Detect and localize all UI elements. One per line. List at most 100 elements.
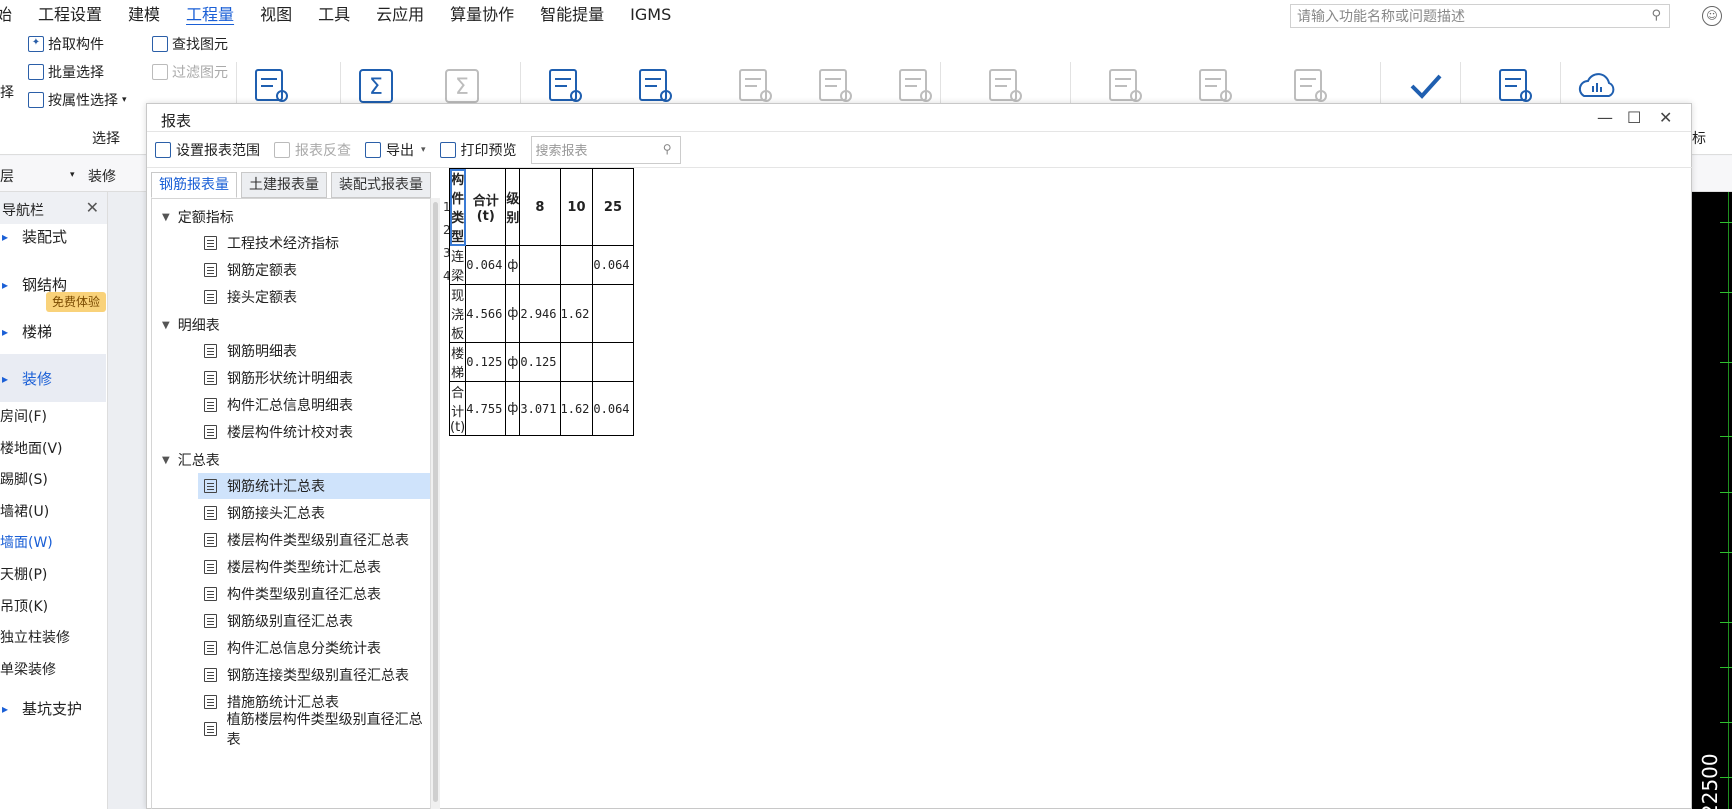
ribbon-button-icon-8[interactable]: [980, 64, 1032, 108]
report-item[interactable]: 构件类型级别直径汇总表: [198, 581, 430, 607]
chevron-down-icon[interactable]: ▼: [162, 320, 170, 331]
nav-item-2[interactable]: ▸ 楼梯: [0, 307, 106, 355]
nav-sub-item-0[interactable]: 房间(F): [0, 406, 47, 426]
search-icon[interactable]: ⚲: [1651, 8, 1661, 23]
table-cell[interactable]: 0.064: [465, 245, 507, 285]
close-icon[interactable]: ✕: [1659, 108, 1672, 127]
chevron-down-icon[interactable]: ▼: [162, 212, 170, 223]
column-header[interactable]: 10: [559, 168, 594, 246]
table-cell[interactable]: 3.071: [519, 381, 561, 436]
column-header[interactable]: 25: [592, 168, 634, 246]
menu-item-4[interactable]: 视图: [247, 0, 305, 30]
nav-item-0[interactable]: ▸ 装配式: [0, 212, 106, 260]
table-cell[interactable]: 0.125: [519, 342, 561, 382]
report-item[interactable]: 钢筋形状统计明细表: [198, 365, 430, 391]
nav-sub-item-6[interactable]: 吊顶(K): [0, 596, 48, 616]
cad-canvas[interactable]: 22500: [1692, 192, 1732, 809]
menu-item-0[interactable]: 始: [0, 0, 25, 30]
filter-element-button[interactable]: 过滤图元: [152, 62, 228, 82]
ribbon-button-icon-10[interactable]: [1190, 64, 1242, 108]
column-header[interactable]: 构件类型: [448, 168, 467, 246]
decor-label[interactable]: 装修: [88, 166, 116, 186]
report-item[interactable]: 钢筋统计汇总表: [198, 473, 430, 499]
menu-item-1[interactable]: 工程设置: [25, 0, 115, 30]
ribbon-button-icon-13[interactable]: [1490, 64, 1542, 108]
table-cell[interactable]: [559, 245, 594, 285]
ribbon-button-icon-5[interactable]: [730, 64, 782, 108]
tree-scrollbar[interactable]: [430, 198, 440, 809]
table-cell[interactable]: 0.064: [592, 245, 634, 285]
nav-sub-item-4[interactable]: 墙面(W): [0, 532, 53, 552]
report-item[interactable]: 接头定额表: [198, 284, 430, 310]
table-row[interactable]: 合计(t) 4.755 ф 3.071 1.62 0.064: [448, 381, 634, 436]
report-item[interactable]: 工程技术经济指标: [198, 230, 430, 256]
ribbon-button-icon-4[interactable]: [630, 64, 682, 108]
table-cell[interactable]: ф: [505, 245, 521, 285]
column-header[interactable]: 级别: [505, 168, 521, 246]
table-cell[interactable]: [592, 284, 634, 343]
table-cell[interactable]: ф: [505, 381, 521, 436]
ribbon-button-icon-12[interactable]: [1400, 64, 1452, 108]
table-cell[interactable]: 连梁: [448, 245, 467, 285]
table-cell[interactable]: 4.755: [465, 381, 507, 436]
table-row[interactable]: 连梁 0.064 ф 0.064: [448, 245, 634, 285]
ribbon-button-icon-2[interactable]: Σ: [436, 64, 488, 108]
minimize-icon[interactable]: —: [1597, 108, 1613, 127]
export-button[interactable]: 导出 ▾: [365, 140, 426, 160]
table-cell[interactable]: [592, 342, 634, 382]
tab-2[interactable]: 装配式报表量: [331, 172, 431, 198]
menu-item-7[interactable]: 算量协作: [437, 0, 527, 30]
report-item[interactable]: 钢筋连接类型级别直径汇总表: [198, 662, 430, 688]
reverse-check-button[interactable]: 报表反查: [274, 140, 351, 160]
menu-item-5[interactable]: 工具: [305, 0, 363, 30]
tree-group-0[interactable]: ▼ 定额指标: [162, 207, 234, 227]
ribbon-button-icon-14[interactable]: [1570, 64, 1622, 108]
nav-sub-item-7[interactable]: 独立柱装修: [0, 627, 70, 647]
table-cell[interactable]: 1.62: [559, 284, 594, 343]
table-cell[interactable]: ф: [505, 284, 521, 343]
nav-item-3[interactable]: ▸ 装修: [0, 354, 106, 402]
ribbon-select-partial[interactable]: 择: [0, 82, 14, 102]
user-icon[interactable]: ☺: [1702, 6, 1722, 26]
tree-group-1[interactable]: ▼ 明细表: [162, 315, 220, 335]
report-item[interactable]: 楼层构件类型统计汇总表: [198, 554, 430, 580]
table-cell[interactable]: [519, 245, 561, 285]
column-header[interactable]: 合计(t): [465, 168, 507, 246]
report-item[interactable]: 楼层构件类型级别直径汇总表: [198, 527, 430, 553]
ribbon-button-icon-9[interactable]: [1100, 64, 1152, 108]
tree-group-2[interactable]: ▼ 汇总表: [162, 450, 220, 470]
menu-item-2[interactable]: 建模: [115, 0, 173, 30]
nav-sub-item-2[interactable]: 踢脚(S): [0, 469, 48, 489]
tab-0[interactable]: 钢筋报表量: [151, 172, 237, 198]
report-item[interactable]: 楼层构件统计校对表: [198, 419, 430, 445]
nav-sub-item-8[interactable]: 单梁装修: [0, 659, 56, 679]
pick-component-button[interactable]: ✦ 拾取构件: [28, 34, 104, 54]
table-cell[interactable]: 4.566: [465, 284, 507, 343]
table-cell[interactable]: [559, 342, 594, 382]
table-cell[interactable]: 0.064: [592, 381, 634, 436]
table-row[interactable]: 现浇板 4.566 ф 2.946 1.62: [448, 284, 634, 343]
scroll-thumb[interactable]: [433, 202, 438, 802]
ribbon-button-icon-0[interactable]: [246, 64, 298, 108]
table-cell[interactable]: 2.946: [519, 284, 561, 343]
batch-select-button[interactable]: 批量选择: [28, 62, 104, 82]
table-row[interactable]: 楼梯 0.125 ф 0.125: [448, 342, 634, 382]
table-cell[interactable]: 合计(t): [448, 381, 467, 436]
ribbon-button-icon-7[interactable]: [890, 64, 942, 108]
table-cell[interactable]: ф: [505, 342, 521, 382]
find-element-button[interactable]: 查找图元: [152, 34, 228, 54]
set-range-button[interactable]: 设置报表范围: [155, 140, 260, 160]
nav-sub-item-1[interactable]: 楼地面(V): [0, 438, 63, 458]
table-cell[interactable]: 1.62: [559, 381, 594, 436]
chevron-down-icon[interactable]: ▼: [162, 455, 170, 466]
ribbon-button-icon-3[interactable]: [540, 64, 592, 108]
report-search-input[interactable]: 搜索报表 ⚲: [530, 135, 681, 164]
free-trial-badge[interactable]: 免费体验: [46, 292, 106, 312]
ribbon-button-icon-6[interactable]: [810, 64, 862, 108]
chevron-down-icon[interactable]: ▾: [70, 170, 75, 180]
report-item[interactable]: 钢筋级别直径汇总表: [198, 608, 430, 634]
report-item[interactable]: 植筋楼层构件类型级别直径汇总表: [198, 712, 430, 748]
ribbon-button-icon-1[interactable]: Σ: [350, 64, 402, 108]
nav-sub-item-5[interactable]: 天棚(P): [0, 564, 47, 584]
function-search-input[interactable]: 请输入功能名称或问题描述 ⚲: [1290, 4, 1670, 28]
